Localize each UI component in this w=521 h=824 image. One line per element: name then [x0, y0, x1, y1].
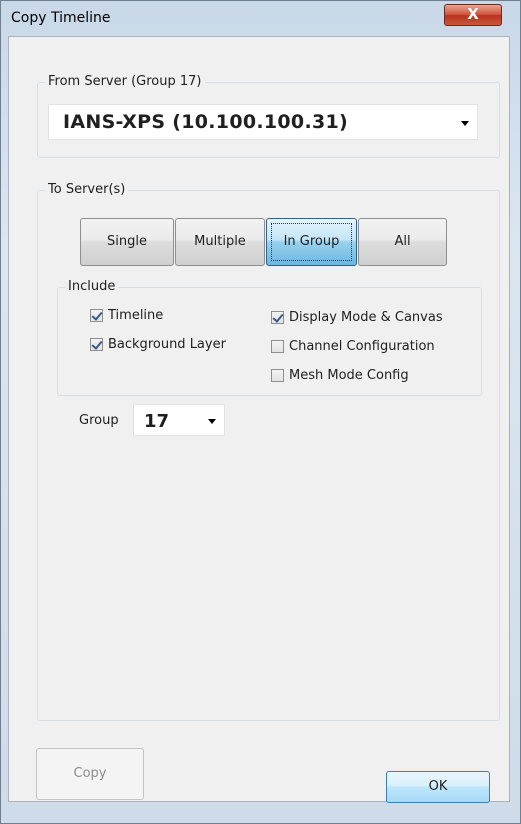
display-mode-canvas-option-label: Display Mode & Canvas: [289, 310, 443, 325]
window-title: Copy Timeline: [11, 10, 111, 26]
in-group-mode-button[interactable]: In Group: [266, 218, 357, 266]
ok-button[interactable]: OK: [386, 771, 490, 803]
from-server-dropdown[interactable]: IANS-XPS (10.100.100.31): [48, 104, 478, 140]
group-label: Group: [79, 413, 119, 428]
copy-button-label: Copy: [73, 766, 107, 781]
timeline-option-label: Timeline: [108, 308, 164, 323]
in-group-mode-label: In Group: [283, 234, 340, 249]
all-mode-label: All: [394, 234, 411, 249]
checkbox-icon[interactable]: [271, 369, 284, 382]
ok-button-label: OK: [428, 779, 448, 794]
multiple-mode-button[interactable]: Multiple: [175, 218, 265, 266]
group-dropdown[interactable]: 17: [133, 404, 225, 436]
checkbox-icon[interactable]: [90, 338, 103, 351]
mesh-mode-config-option-label: Mesh Mode Config: [289, 368, 409, 383]
chevron-down-icon: [208, 419, 216, 424]
checkbox-icon[interactable]: [271, 311, 284, 324]
chevron-down-icon: [461, 121, 469, 126]
single-mode-button[interactable]: Single: [80, 218, 174, 266]
checkbox-icon[interactable]: [271, 340, 284, 353]
close-button[interactable]: X: [444, 4, 502, 26]
all-mode-button[interactable]: All: [358, 218, 447, 266]
multiple-mode-label: Multiple: [194, 234, 246, 249]
copy-button[interactable]: Copy: [36, 748, 144, 800]
checkbox-icon[interactable]: [90, 309, 103, 322]
background-layer-option-label: Background Layer: [108, 337, 226, 352]
channel-configuration-option-label: Channel Configuration: [289, 339, 435, 354]
to-servers-caption: To Server(s): [45, 182, 129, 198]
include-caption: Include: [65, 279, 119, 295]
from-server-value: IANS-XPS (10.100.100.31): [63, 111, 348, 133]
from-server-caption: From Server (Group 17): [45, 74, 205, 90]
single-mode-label: Single: [107, 234, 147, 249]
title-bar[interactable]: Copy Timeline X: [1, 1, 520, 35]
group-value: 17: [144, 411, 170, 432]
close-icon: X: [467, 5, 479, 23]
to-servers-group: To Server(s): [37, 182, 500, 721]
